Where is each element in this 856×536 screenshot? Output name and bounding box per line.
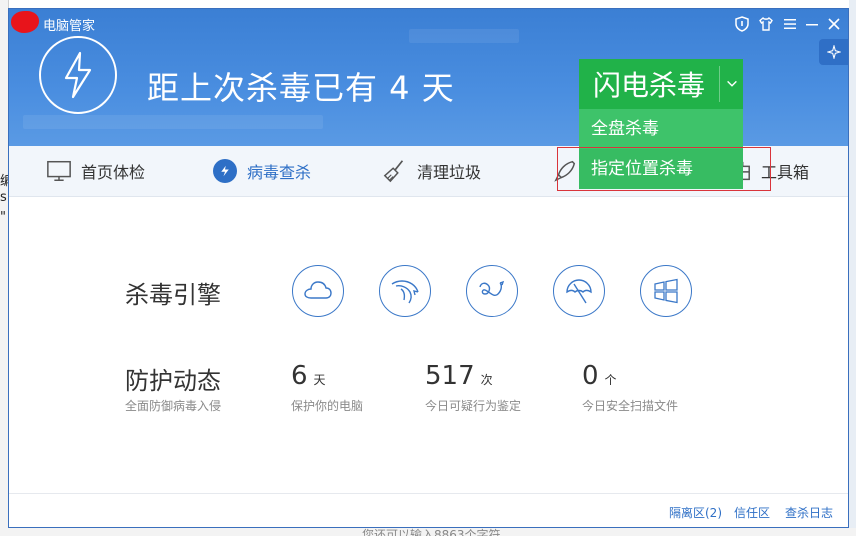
background-right-strip [849, 0, 856, 536]
tab-virus-scan[interactable]: 病毒查杀 [211, 146, 311, 196]
windows-icon[interactable] [640, 265, 692, 317]
protection-subtitle: 全面防御病毒入侵 [125, 399, 222, 413]
stat-label: 今日可疑行为鉴定 [425, 399, 522, 413]
chevron-down-icon[interactable] [720, 77, 743, 91]
stat-value: 0 [582, 361, 599, 391]
stat-unit: 次 [480, 373, 493, 387]
faded-toolbar-shadow [409, 29, 519, 43]
minimize-icon[interactable] [801, 13, 823, 35]
faded-toolbar-shadow [23, 115, 323, 129]
stat-unit: 个 [604, 373, 617, 387]
eagle-icon[interactable] [379, 265, 431, 317]
menu-icon[interactable] [779, 13, 801, 35]
stat-unit: 天 [313, 373, 326, 387]
cloud-icon[interactable] [292, 265, 344, 317]
rocket-icon [551, 157, 579, 185]
antivirus-window: 电脑管家 距上次杀毒已有 4 天 闪电杀毒 首页体检 病毒查杀 清理垃圾 工具箱… [8, 8, 849, 528]
bolt-status-icon [39, 36, 117, 114]
menu-item-full-scan[interactable]: 全盘杀毒 [579, 109, 743, 149]
stat-days: 6天 [291, 361, 326, 391]
stat-value: 517 [425, 361, 475, 391]
menu-item-custom-scan[interactable]: 指定位置杀毒 [579, 149, 743, 189]
stat-suspicious: 517 次 [425, 361, 493, 391]
monitor-icon [45, 157, 73, 185]
protection-section-title: 防护动态 [125, 367, 221, 395]
stat-value: 6 [291, 361, 308, 391]
quick-scan-button[interactable]: 闪电杀毒 [579, 59, 743, 109]
scan-mode-dropdown: 全盘杀毒 指定位置杀毒 [579, 109, 743, 189]
footer-bar: 隔离区(2) 信任区 查杀日志 [9, 493, 848, 527]
quarantine-link[interactable]: 隔离区(2) [669, 504, 722, 521]
stat-label: 保护你的电脑 [291, 399, 364, 413]
stat-label: 今日安全扫描文件 [582, 399, 679, 413]
sparkle-icon[interactable] [819, 39, 848, 65]
last-scan-headline: 距上次杀毒已有 4 天 [147, 69, 455, 107]
swirl-icon[interactable] [466, 265, 518, 317]
close-icon[interactable] [823, 13, 845, 35]
bolt-icon [211, 157, 239, 185]
scan-log-link[interactable]: 查杀日志 [785, 504, 833, 521]
engine-section-title: 杀毒引擎 [125, 281, 221, 309]
background-text-fragment: " [0, 210, 6, 225]
tab-clean-junk[interactable]: 清理垃圾 [381, 146, 481, 196]
umbrella-icon[interactable] [553, 265, 605, 317]
quick-scan-label: 闪电杀毒 [592, 69, 705, 102]
tab-label: 病毒查杀 [247, 163, 312, 182]
trust-zone-link[interactable]: 信任区 [734, 504, 770, 521]
tab-label: 工具箱 [761, 163, 810, 182]
background-text-fragment: s [0, 190, 7, 205]
app-logo [11, 11, 39, 33]
shield-icon[interactable] [731, 13, 753, 35]
stat-scanned-files: 0个 [582, 361, 617, 391]
window-title: 电脑管家 [43, 19, 96, 34]
tab-label: 清理垃圾 [417, 163, 482, 182]
broom-icon [381, 157, 409, 185]
tab-home-checkup[interactable]: 首页体检 [45, 146, 145, 196]
tab-label: 首页体检 [81, 163, 146, 182]
skin-shirt-icon[interactable] [755, 13, 777, 35]
